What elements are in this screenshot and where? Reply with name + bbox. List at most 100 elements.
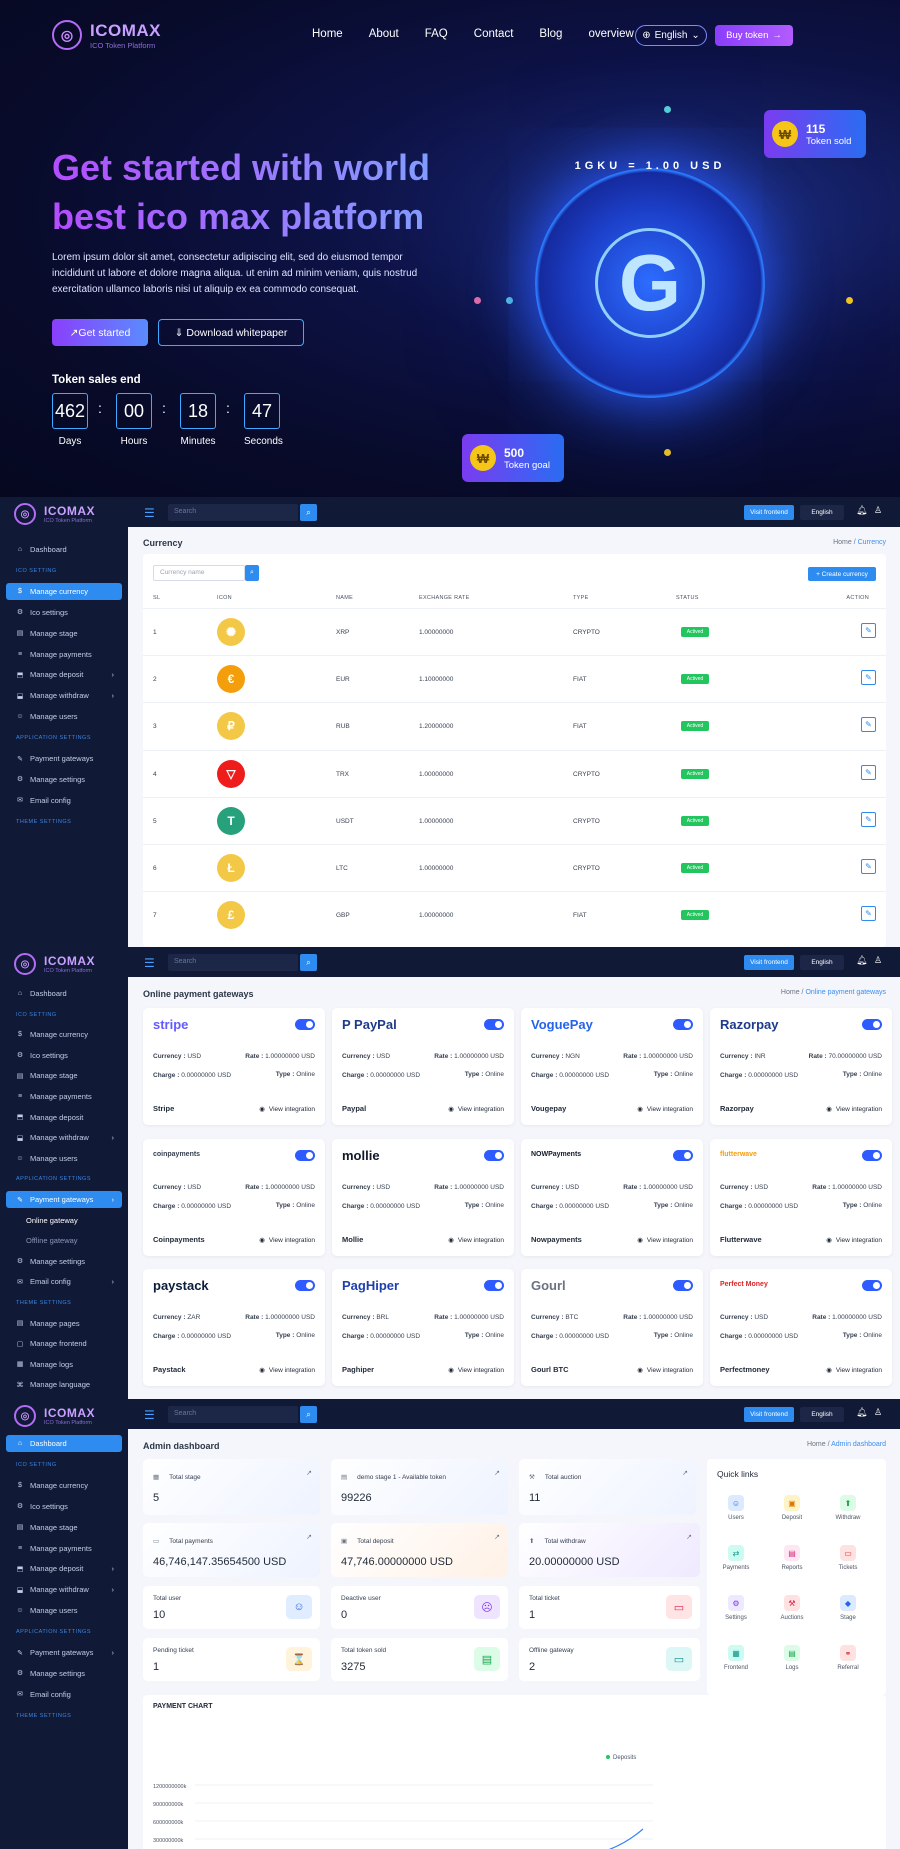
sidebar-item-manage-settings[interactable]: ⚙ Manage settings [6, 1665, 122, 1682]
sidebar-item-manage-withdraw[interactable]: ⬓ Manage withdraw › [6, 1581, 122, 1598]
bell-icon[interactable]: 🔔︎ [856, 955, 867, 966]
bell-icon[interactable]: 🔔︎ [856, 1407, 867, 1418]
sidebar-item-manage-language[interactable]: ⌘ Manage language [6, 1376, 122, 1393]
stat-card[interactable]: ▣ Total deposit 47,746.00000000 USD ↗ [331, 1523, 508, 1577]
nav-link-blog[interactable]: Blog [539, 28, 562, 40]
visit-frontend-button[interactable]: Visit frontend [744, 1407, 794, 1422]
search-input[interactable]: Search [168, 504, 298, 521]
user-icon[interactable]: ♙ [874, 955, 882, 966]
quick-link-reports[interactable]: ▤ Reports [767, 1545, 817, 1571]
view-integration-link[interactable]: ◉ View integration [448, 1105, 504, 1113]
view-integration-link[interactable]: ◉ View integration [826, 1236, 882, 1244]
sidebar-item-manage-stage[interactable]: ▤ Manage stage [6, 1519, 122, 1536]
search-icon[interactable]: ⌕ [245, 565, 259, 581]
quick-link-settings[interactable]: ⚙ Settings [711, 1595, 761, 1621]
user-icon[interactable]: ♙ [874, 505, 882, 516]
breadcrumb-home[interactable]: Home [781, 989, 800, 996]
language-select[interactable]: English [800, 1407, 844, 1422]
gateway-toggle[interactable] [484, 1280, 504, 1291]
buy-token-button[interactable]: Buy token → [715, 25, 793, 46]
view-integration-link[interactable]: ◉ View integration [826, 1105, 882, 1113]
gateway-toggle[interactable] [295, 1149, 315, 1161]
sidebar-item-email-config[interactable]: ✉ Email config [6, 1686, 122, 1703]
stat-card[interactable]: ▭ Total payments 46,746,147.35654500 USD ↗ [143, 1523, 320, 1577]
sidebar-item-dashboard[interactable]: ⌂ Dashboard [6, 985, 122, 1002]
sidebar-item-manage-payments[interactable]: ≡ Manage payments [6, 646, 122, 663]
search-icon[interactable]: ⌕ [300, 504, 317, 521]
sidebar-item-email-config[interactable]: ✉ Email config [6, 792, 122, 809]
sidebar-item-manage-stage[interactable]: ▤ Manage stage [6, 625, 122, 642]
sidebar-item-ico-settings[interactable]: ⚙ Ico settings [6, 604, 122, 621]
sidebar-item-manage-deposit[interactable]: ⬒ Manage deposit [6, 1109, 122, 1126]
view-integration-link[interactable]: ◉ View integration [637, 1236, 693, 1244]
stat-card[interactable]: ▦ Total stage 5 ↗ [143, 1459, 320, 1515]
breadcrumb-home[interactable]: Home [833, 539, 852, 546]
menu-icon[interactable]: ☰ [144, 506, 155, 520]
bell-icon[interactable]: 🔔︎ [856, 505, 867, 516]
sidebar-item-online-gateway[interactable]: Online gateway [6, 1212, 122, 1229]
view-integration-link[interactable]: ◉ View integration [637, 1105, 693, 1113]
gateway-toggle[interactable] [484, 1019, 504, 1030]
nav-link-about[interactable]: About [369, 28, 399, 40]
gateway-toggle[interactable] [862, 1149, 882, 1161]
sidebar-item-dashboard[interactable]: ⌂ Dashboard [6, 1435, 122, 1452]
brand-logo[interactable]: ◎ ICOMAX ICO Token Platform [14, 953, 95, 975]
edit-icon[interactable]: ✎ [861, 623, 876, 638]
sidebar-item-manage-payments[interactable]: ≡ Manage payments [6, 1088, 122, 1105]
brand-logo[interactable]: ◎ ICOMAX ICO Token Platform [14, 1405, 95, 1427]
sidebar-item-payment-gateways[interactable]: ✎ Payment gateways [6, 750, 122, 767]
nav-link-overview[interactable]: overview [588, 28, 633, 40]
sidebar-item-ico-settings[interactable]: ⚙ Ico settings [6, 1498, 122, 1515]
sidebar-item-manage-settings[interactable]: ⚙ Manage settings [6, 1253, 122, 1270]
sidebar-item-manage-frontend[interactable]: ▢ Manage frontend [6, 1335, 122, 1352]
edit-icon[interactable]: ✎ [861, 717, 876, 733]
download-whitepaper-button[interactable]: ⇓ Download whitepaper [158, 319, 304, 346]
sidebar-item-manage-currency[interactable]: $ Manage currency [6, 582, 122, 600]
quick-link-auctions[interactable]: ⚒ Auctions [767, 1595, 817, 1621]
stat-card[interactable]: ▤ demo stage 1 - Available token 99226 ↗ [331, 1459, 508, 1515]
gateway-toggle[interactable] [862, 1019, 882, 1030]
brand-logo[interactable]: ◎ ICOMAX ICO Token Platform [14, 503, 95, 525]
sidebar-item-manage-users[interactable]: ☺ Manage users [6, 1602, 122, 1619]
sidebar-item-manage-settings[interactable]: ⚙ Manage settings [6, 771, 122, 788]
sidebar-item-email-config[interactable]: ✉ Email config › [6, 1273, 122, 1290]
sidebar-item-manage-currency[interactable]: $ Manage currency [6, 1026, 122, 1043]
language-select[interactable]: English [800, 505, 844, 520]
sidebar-item-dashboard[interactable]: ⌂ Dashboard [6, 541, 122, 558]
menu-icon[interactable]: ☰ [144, 956, 155, 970]
edit-icon[interactable]: ✎ [861, 764, 876, 780]
gateway-toggle[interactable] [862, 1280, 882, 1291]
language-select[interactable]: English [800, 955, 844, 970]
sidebar-item-manage-withdraw[interactable]: ⬓ Manage withdraw › [6, 1129, 122, 1146]
sidebar-item-manage-withdraw[interactable]: ⬓ Manage withdraw › [6, 687, 122, 704]
sidebar-item-manage-pages[interactable]: ▤ Manage pages [6, 1315, 122, 1332]
stat-card[interactable]: Total ticket 1 ▭ [519, 1586, 700, 1629]
currency-filter-input[interactable]: Currency name [153, 565, 245, 581]
sidebar-item-ico-settings[interactable]: ⚙ Ico settings [6, 1047, 122, 1064]
view-integration-link[interactable]: ◉ View integration [448, 1236, 504, 1244]
stat-card[interactable]: Offline gateway 2 ▭ [519, 1638, 700, 1681]
quick-link-stage[interactable]: ◆ Stage [823, 1595, 873, 1621]
sidebar-item-manage-deposit[interactable]: ⬒ Manage deposit › [6, 666, 122, 683]
sidebar-item-manage-users[interactable]: ☺ Manage users [6, 1150, 122, 1167]
sidebar-item-manage-payments[interactable]: ≡ Manage payments [6, 1540, 122, 1557]
edit-icon[interactable]: ✎ [861, 906, 876, 922]
search-icon[interactable]: ⌕ [300, 954, 317, 971]
create-currency-button[interactable]: + Create currency [808, 567, 876, 581]
view-integration-link[interactable]: ◉ View integration [259, 1366, 315, 1374]
search-input[interactable]: Search [168, 954, 298, 971]
search-icon[interactable]: ⌕ [300, 1406, 317, 1423]
gateway-toggle[interactable] [484, 1149, 504, 1161]
sidebar-item-payment-gateways[interactable]: ✎ Payment gateways › [6, 1191, 122, 1208]
brand-logo[interactable]: ◎ ICOMAX ICO Token Platform [52, 20, 161, 50]
quick-link-tickets[interactable]: ▭ Tickets [823, 1545, 873, 1571]
gateway-toggle[interactable] [295, 1019, 315, 1030]
quick-link-frontend[interactable]: ▦ Frontend [711, 1645, 761, 1671]
edit-icon[interactable]: ✎ [861, 859, 876, 874]
sidebar-item-manage-deposit[interactable]: ⬒ Manage deposit › [6, 1560, 122, 1577]
sidebar-item-manage-stage[interactable]: ▤ Manage stage [6, 1067, 122, 1084]
visit-frontend-button[interactable]: Visit frontend [744, 955, 794, 970]
stat-card[interactable]: Total token sold 3275 ▤ [331, 1638, 508, 1681]
view-integration-link[interactable]: ◉ View integration [259, 1105, 315, 1113]
visit-frontend-button[interactable]: Visit frontend [744, 505, 794, 520]
